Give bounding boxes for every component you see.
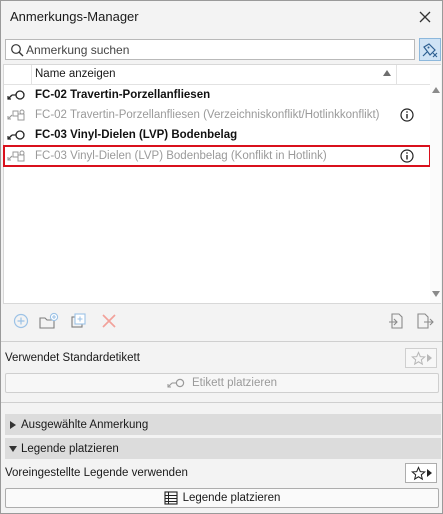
list-item-label: FC-02 Travertin-Porzellanfliesen (Verzei… <box>35 109 380 121</box>
sort-ascending-icon[interactable] <box>382 69 392 77</box>
star-icon <box>410 465 426 480</box>
search-box <box>5 39 415 60</box>
add-annotation-button[interactable] <box>11 312 31 330</box>
legend-favorites-button[interactable] <box>405 463 437 483</box>
close-button[interactable] <box>414 6 436 28</box>
scroll-up-icon[interactable] <box>432 87 440 93</box>
window-title: Anmerkungs-Manager <box>10 9 139 24</box>
list-item[interactable]: FC-02 Travertin-Porzellanfliesen <box>4 85 430 105</box>
default-label-favorites-button[interactable] <box>405 348 437 368</box>
selected-annotation-panel-title: Ausgewählte Anmerkung <box>21 418 149 431</box>
default-legend-heading: Voreingestellte Legende verwenden <box>5 467 188 479</box>
star-icon <box>410 350 426 365</box>
annotation-list: Name anzeigen FC-02 Travertin-Porzellanf… <box>3 64 441 304</box>
new-folder-icon <box>39 312 59 329</box>
caret-right-icon <box>426 469 432 477</box>
linked-tag-icon <box>7 130 25 140</box>
export-icon <box>417 313 434 329</box>
section-divider <box>1 341 442 342</box>
icon-column-header[interactable] <box>4 65 32 84</box>
label-tag-icon <box>167 378 185 388</box>
list-header: Name anzeigen <box>4 65 430 85</box>
caret-right-icon <box>426 354 432 362</box>
place-legend-panel-header[interactable]: Legende platzieren <box>5 438 441 459</box>
import-icon <box>389 313 403 329</box>
filter-tag-button[interactable] <box>419 38 441 61</box>
info-icon[interactable] <box>400 149 414 163</box>
annotation-manager-window: Anmerkungs-Manager Name anzeigen <box>0 0 443 514</box>
list-item-label: FC-03 Vinyl-Dielen (LVP) Bodenbelag (Kon… <box>35 150 327 162</box>
list-item[interactable]: FC-03 Vinyl-Dielen (LVP) Bodenbelag <box>4 125 430 145</box>
place-legend-panel-title: Legende platzieren <box>21 442 119 455</box>
conflict-tag-icon <box>7 109 25 121</box>
delete-button[interactable] <box>99 312 119 330</box>
list-item-highlighted[interactable]: FC-03 Vinyl-Dielen (LVP) Bodenbelag (Kon… <box>3 145 431 167</box>
collapse-down-icon <box>9 445 17 452</box>
export-button[interactable] <box>415 312 435 330</box>
add-folder-button[interactable] <box>39 312 59 330</box>
conflict-tag-icon <box>7 150 25 162</box>
import-button[interactable] <box>387 312 407 330</box>
add-circle-icon <box>13 313 29 329</box>
duplicate-button[interactable] <box>69 312 89 330</box>
name-column-header[interactable]: Name anzeigen <box>35 68 116 80</box>
list-item-label: FC-02 Travertin-Porzellanfliesen <box>35 89 211 101</box>
column-divider <box>396 65 397 84</box>
search-icon <box>11 44 24 57</box>
section-divider <box>1 402 442 403</box>
scroll-down-icon[interactable] <box>432 291 440 297</box>
place-label-button[interactable]: Etikett platzieren <box>5 373 439 393</box>
place-label-text: Etikett platzieren <box>191 377 277 389</box>
expand-right-icon <box>10 420 16 429</box>
duplicate-icon <box>71 313 86 328</box>
close-icon <box>419 11 431 23</box>
selected-annotation-panel-header[interactable]: Ausgewählte Anmerkung <box>5 414 441 435</box>
place-legend-text: Legende platzieren <box>182 492 281 504</box>
list-item-label: FC-03 Vinyl-Dielen (LVP) Bodenbelag <box>35 129 238 141</box>
legend-table-icon <box>164 491 178 505</box>
list-toolbar <box>3 304 441 338</box>
vertical-scrollbar[interactable] <box>430 65 441 303</box>
tag-filter-icon <box>422 42 438 57</box>
linked-tag-icon <box>7 90 25 100</box>
delete-x-icon <box>102 314 116 328</box>
search-input[interactable] <box>26 41 411 58</box>
default-label-heading: Verwendet Standardetikett <box>5 352 140 364</box>
place-legend-button[interactable]: Legende platzieren <box>5 488 439 508</box>
list-item[interactable]: FC-02 Travertin-Porzellanfliesen (Verzei… <box>4 105 430 125</box>
info-icon[interactable] <box>400 108 414 122</box>
title-bar: Anmerkungs-Manager <box>1 1 442 33</box>
